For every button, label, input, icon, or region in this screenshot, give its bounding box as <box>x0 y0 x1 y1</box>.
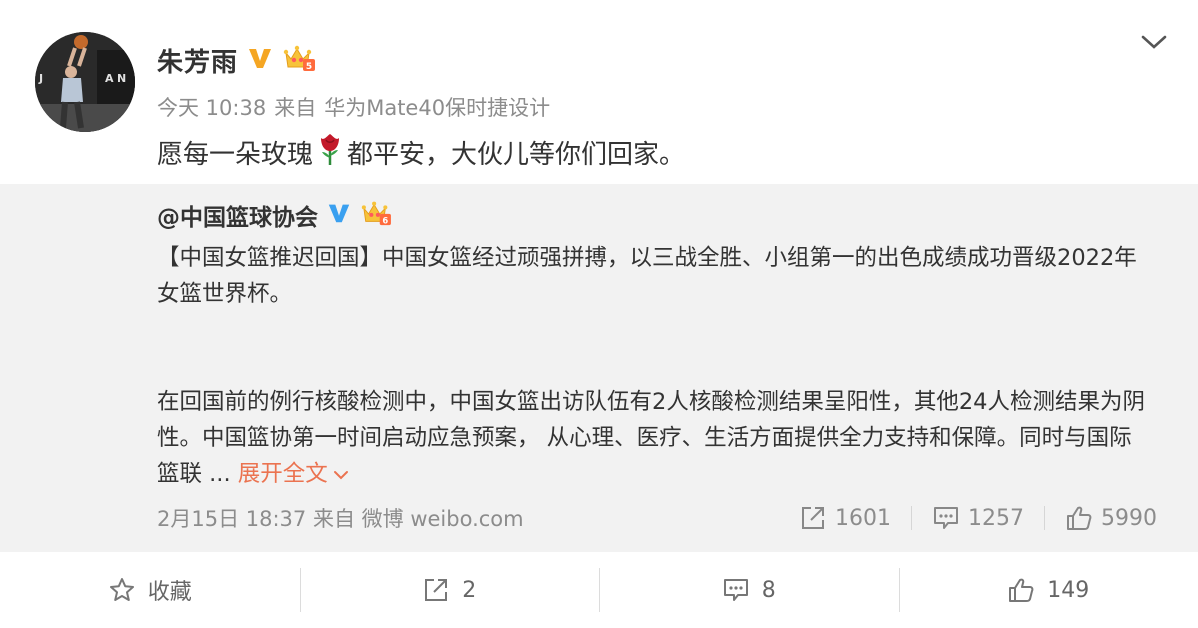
repost-stats: 1601 1257 5990 <box>799 504 1157 532</box>
weibo-post-card: A N J 朱芳雨 5 今天 10:38 来自 华为Mate40保时捷设计 愿每… <box>0 0 1198 628</box>
share-icon <box>425 579 448 601</box>
crown-member-icon[interactable]: 5 <box>282 43 316 77</box>
repost-comment-count: 1257 <box>968 505 1024 531</box>
favorite-button[interactable]: 收藏 <box>0 552 300 628</box>
svg-text:A: A <box>105 72 114 85</box>
chevron-down-icon <box>333 470 348 479</box>
v-gold-icon[interactable] <box>246 44 274 76</box>
rose-emoji-icon <box>315 132 345 173</box>
repost-paragraph-1: 【中国女篮推迟回国】中国女篮经过顽强拼搏，以三战全胜、小组第一的出色成绩成功晋级… <box>157 245 1137 307</box>
repost-like-count: 5990 <box>1101 505 1157 531</box>
svg-text:6: 6 <box>382 215 388 225</box>
svg-text:J: J <box>38 72 43 85</box>
repost-footer: 2月15日 18:37 来自 微博 weibo.com 1601 1257 59… <box>157 502 1157 534</box>
post-meta: 今天 10:38 来自 华为Mate40保时捷设计 <box>157 92 550 122</box>
thumbs-up-icon <box>1067 506 1092 530</box>
favorite-label: 收藏 <box>147 580 192 605</box>
repost-from-label: 来自 <box>312 507 355 531</box>
repost-author-row: @中国篮球协会 6 <box>157 198 392 232</box>
post-text: 愿每一朵玫瑰 都平安，大伙儿等你们回家。 <box>157 130 685 174</box>
thumbs-up-icon <box>1009 578 1034 602</box>
repost-like-stat[interactable]: 5990 <box>1065 504 1157 532</box>
repost-time[interactable]: 2月15日 18:37 <box>157 507 306 531</box>
svg-text:5: 5 <box>306 62 312 72</box>
comment-button[interactable]: 8 <box>599 552 899 628</box>
repost-body: 【中国女篮推迟回国】中国女篮经过顽强拼搏，以三战全胜、小组第一的出色成绩成功晋级… <box>157 240 1147 492</box>
expand-label: 展开全文 <box>237 461 328 487</box>
repost-count: 2 <box>462 577 477 603</box>
post-time[interactable]: 今天 10:38 <box>157 96 266 120</box>
post-text-before: 愿每一朵玫瑰 <box>157 139 314 170</box>
divider <box>911 506 912 530</box>
username[interactable]: 朱芳雨 <box>157 42 238 79</box>
crown-member-icon[interactable]: 6 <box>360 199 392 231</box>
share-icon <box>802 507 824 529</box>
repost-author[interactable]: @中国篮球协会 <box>157 198 318 232</box>
post-text-after: 都平安，大伙儿等你们回家。 <box>347 139 686 170</box>
chevron-down-icon[interactable] <box>1140 30 1168 54</box>
repost-button[interactable]: 2 <box>299 552 600 628</box>
repost-meta: 2月15日 18:37 来自 微博 weibo.com <box>157 503 524 533</box>
like-button[interactable]: 149 <box>898 552 1198 628</box>
comment-icon <box>723 579 748 601</box>
expand-full-text-link[interactable]: 展开全文 <box>238 461 350 487</box>
post-from-label: 来自 <box>274 96 317 120</box>
author-row: 朱芳雨 5 <box>157 40 316 80</box>
repost-share-count: 1601 <box>835 505 891 531</box>
repost-paragraph-2: 在回国前的例行核酸检测中，中国女篮出访队伍有2人核酸检测结果呈阳性，其他24人检… <box>157 384 1147 492</box>
action-bar: 收藏 2 8 149 <box>0 552 1198 628</box>
comment-icon <box>934 507 958 529</box>
repost-block[interactable]: @中国篮球协会 6 【中国女篮推迟回国】中国女篮经过顽强拼搏，以三战全胜、小组第… <box>0 184 1198 552</box>
v-blue-icon[interactable] <box>326 200 352 230</box>
repost-source[interactable]: 微博 weibo.com <box>362 507 524 531</box>
divider <box>1044 506 1045 530</box>
repost-share-stat[interactable]: 1601 <box>799 504 891 532</box>
avatar[interactable]: A N J <box>35 32 135 132</box>
comment-count: 8 <box>761 577 776 603</box>
repost-comment-stat[interactable]: 1257 <box>932 504 1024 532</box>
star-icon <box>109 578 134 601</box>
svg-text:N: N <box>117 72 126 85</box>
like-count: 149 <box>1047 577 1090 603</box>
post-source[interactable]: 华为Mate40保时捷设计 <box>324 96 550 120</box>
